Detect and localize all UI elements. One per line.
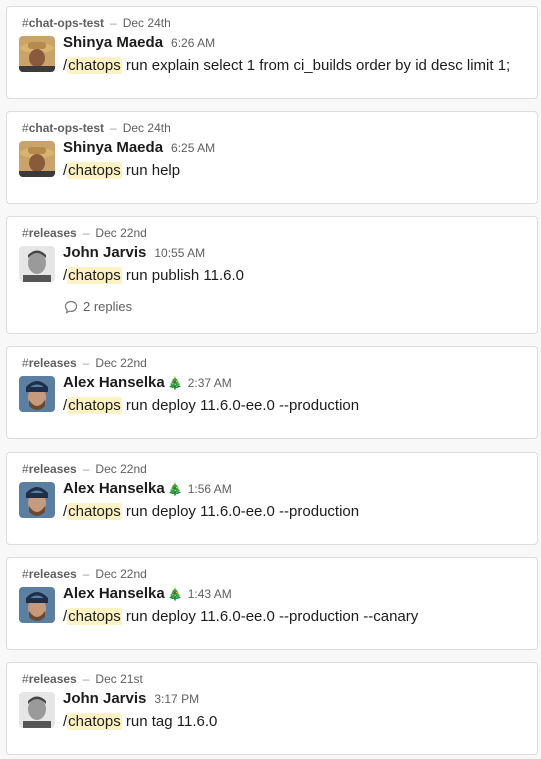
timestamp[interactable]: 1:56 AM — [188, 482, 232, 496]
hash-icon: # — [22, 16, 29, 30]
message-date[interactable]: Dec 22nd — [95, 356, 146, 370]
author-name[interactable]: Shinya Maeda — [63, 34, 163, 51]
message-header: Shinya Maeda 6:25 AM — [63, 139, 215, 157]
avatar[interactable] — [19, 36, 55, 72]
replies-count[interactable]: 2 replies — [83, 299, 132, 314]
message-date[interactable]: Dec 24th — [123, 16, 171, 30]
hash-icon: # — [22, 226, 29, 240]
channel-link[interactable]: releases — [29, 356, 77, 370]
channel-link[interactable]: releases — [29, 567, 77, 581]
timestamp[interactable]: 1:43 AM — [188, 587, 232, 601]
channel-link[interactable]: chat-ops-test — [29, 121, 104, 135]
result-meta: #releases – Dec 22nd — [22, 356, 147, 370]
message-date[interactable]: Dec 24th — [123, 121, 171, 135]
message-header: John Jarvis 3:17 PM — [63, 690, 199, 708]
separator: – — [110, 16, 117, 30]
highlighted-keyword: chatops — [67, 162, 122, 179]
avatar[interactable] — [19, 246, 55, 282]
separator: – — [82, 226, 90, 240]
message-date[interactable]: Dec 21st — [95, 672, 142, 686]
separator: – — [82, 672, 90, 686]
message-result[interactable]: #chat-ops-test – Dec 24th Shinya Maeda 6:25… — [6, 111, 538, 204]
result-meta: #chat-ops-test – Dec 24th — [22, 121, 171, 135]
message-text: /chatops run deploy 11.6.0-ee.0 --produc… — [63, 503, 359, 520]
timestamp[interactable]: 6:25 AM — [171, 141, 215, 155]
message-result[interactable]: #chat-ops-test – Dec 24th Shinya Maeda 6:26… — [6, 6, 538, 99]
search-results-list: #chat-ops-test – Dec 24th Shinya Maeda 6:26… — [0, 0, 541, 759]
hash-icon: # — [22, 356, 29, 370]
author-name[interactable]: Shinya Maeda — [63, 139, 163, 156]
avatar[interactable] — [19, 376, 55, 412]
separator: – — [82, 462, 90, 476]
result-meta: #releases – Dec 21st — [22, 672, 143, 686]
message-header: Shinya Maeda 6:26 AM — [63, 34, 215, 52]
avatar[interactable] — [19, 587, 55, 623]
message-date[interactable]: Dec 22nd — [95, 567, 146, 581]
christmas-tree-icon: 🎄 — [167, 482, 183, 496]
message-text: /chatops run deploy 11.6.0-ee.0 --produc… — [63, 608, 418, 625]
author-name[interactable]: Alex Hanselka — [63, 480, 165, 497]
hash-icon: # — [22, 462, 29, 476]
result-meta: #releases – Dec 22nd — [22, 226, 147, 240]
result-meta: #releases – Dec 22nd — [22, 462, 147, 476]
timestamp[interactable]: 3:17 PM — [154, 692, 199, 706]
channel-link[interactable]: chat-ops-test — [29, 16, 104, 30]
author-name[interactable]: Alex Hanselka — [63, 374, 165, 391]
comment-icon — [64, 300, 78, 314]
message-date[interactable]: Dec 22nd — [95, 462, 146, 476]
author-name[interactable]: John Jarvis — [63, 244, 146, 261]
message-body: run explain select 1 from ci_builds orde… — [121, 57, 511, 74]
avatar[interactable] — [19, 141, 55, 177]
message-body: run deploy 11.6.0-ee.0 --production --ca… — [121, 608, 419, 625]
timestamp[interactable]: 6:26 AM — [171, 36, 215, 50]
message-result[interactable]: #releases – Dec 22nd Alex Hanselka 🎄 1:56 AM… — [6, 452, 538, 545]
message-text: /chatops run help — [63, 162, 180, 179]
highlighted-keyword: chatops — [67, 397, 122, 414]
message-text: /chatops run explain select 1 from ci_bu… — [63, 57, 510, 74]
highlighted-keyword: chatops — [67, 267, 122, 284]
message-date[interactable]: Dec 22nd — [95, 226, 146, 240]
message-result[interactable]: #releases – Dec 21st John Jarvis 3:17 PM /c… — [6, 662, 538, 755]
christmas-tree-icon: 🎄 — [167, 587, 183, 601]
avatar[interactable] — [19, 482, 55, 518]
separator: – — [82, 567, 90, 581]
author-name[interactable]: John Jarvis — [63, 690, 146, 707]
message-result[interactable]: #releases – Dec 22nd Alex Hanselka 🎄 2:37 AM… — [6, 346, 538, 439]
channel-link[interactable]: releases — [29, 226, 77, 240]
message-body: run deploy 11.6.0-ee.0 --production — [121, 503, 360, 520]
result-meta: #releases – Dec 22nd — [22, 567, 147, 581]
message-header: Alex Hanselka 🎄 1:43 AM — [63, 585, 232, 603]
timestamp[interactable]: 10:55 AM — [154, 246, 205, 260]
author-name[interactable]: Alex Hanselka — [63, 585, 165, 602]
highlighted-keyword: chatops — [67, 713, 122, 730]
separator: – — [110, 121, 117, 135]
highlighted-keyword: chatops — [67, 57, 122, 74]
message-header: John Jarvis 10:55 AM — [63, 244, 205, 262]
message-result[interactable]: #releases – Dec 22nd John Jarvis 10:55 AM /… — [6, 216, 538, 334]
message-body: run deploy 11.6.0-ee.0 --production — [121, 397, 360, 414]
message-body: run help — [121, 162, 181, 179]
avatar[interactable] — [19, 692, 55, 728]
message-header: Alex Hanselka 🎄 2:37 AM — [63, 374, 232, 392]
hash-icon: # — [22, 121, 29, 135]
channel-link[interactable]: releases — [29, 672, 77, 686]
hash-icon: # — [22, 672, 29, 686]
timestamp[interactable]: 2:37 AM — [188, 376, 232, 390]
hash-icon: # — [22, 567, 29, 581]
result-meta: #chat-ops-test – Dec 24th — [22, 16, 171, 30]
message-header: Alex Hanselka 🎄 1:56 AM — [63, 480, 232, 498]
message-result[interactable]: #releases – Dec 22nd Alex Hanselka 🎄 1:43 AM… — [6, 557, 538, 650]
highlighted-keyword: chatops — [67, 503, 122, 520]
separator: – — [82, 356, 90, 370]
highlighted-keyword: chatops — [67, 608, 122, 625]
message-text: /chatops run deploy 11.6.0-ee.0 --produc… — [63, 397, 359, 414]
message-body: run publish 11.6.0 — [121, 267, 245, 284]
thread-replies-link[interactable]: 2 replies — [64, 299, 132, 314]
christmas-tree-icon: 🎄 — [167, 376, 183, 390]
channel-link[interactable]: releases — [29, 462, 77, 476]
message-text: /chatops run tag 11.6.0 — [63, 713, 217, 730]
message-body: run tag 11.6.0 — [121, 713, 218, 730]
message-text: /chatops run publish 11.6.0 — [63, 267, 244, 284]
